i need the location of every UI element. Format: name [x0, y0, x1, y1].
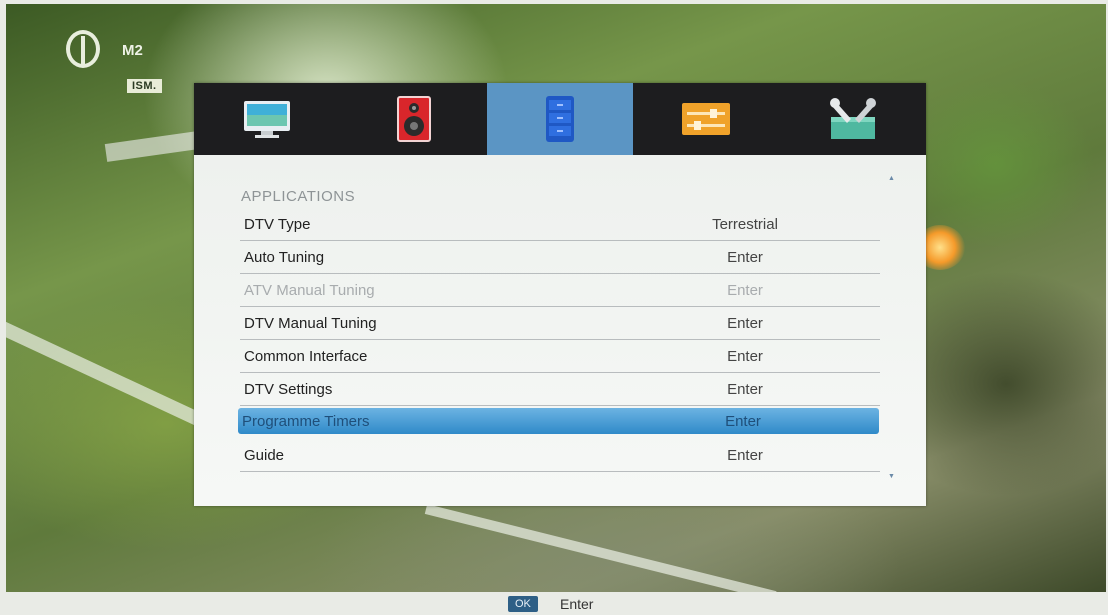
scroll-up-icon[interactable]: ▲: [888, 175, 895, 182]
menu-item-dtv-manual-tuning[interactable]: DTV Manual Tuning Enter: [240, 307, 880, 340]
menu-item-label: DTV Settings: [244, 381, 333, 398]
menu-item-common-interface[interactable]: Common Interface Enter: [240, 340, 880, 373]
menu-item-label: ATV Manual Tuning: [244, 282, 375, 299]
menu-content: APPLICATIONS ▲ DTV Type Terrestrial Auto…: [194, 155, 926, 506]
menu-item-value: Enter: [727, 447, 763, 464]
menu-item-label: Guide: [244, 447, 285, 464]
menu-item-value: Enter: [725, 413, 761, 430]
monitor-icon: [244, 101, 291, 138]
tab-settings[interactable]: [633, 83, 779, 155]
menu-item-label: Auto Tuning: [244, 249, 325, 266]
channel-logo-icon: [66, 30, 100, 68]
ok-key-badge: OK: [508, 596, 538, 612]
menu-item-value: Enter: [727, 348, 763, 365]
menu-item-label: DTV Manual Tuning: [244, 315, 377, 332]
sliders-icon: [682, 103, 731, 135]
menu-item-dtv-type[interactable]: DTV Type Terrestrial: [240, 208, 880, 241]
tab-sound[interactable]: [340, 83, 486, 155]
speaker-icon: [396, 96, 431, 142]
menu-item-label: Programme Timers: [242, 413, 370, 430]
applications-icon: [546, 96, 575, 142]
hint-text: Enter: [560, 596, 594, 612]
scroll-down-icon[interactable]: ▼: [888, 473, 895, 480]
channel-name: M2: [122, 42, 143, 59]
tab-channel[interactable]: [486, 83, 634, 155]
settings-menu: APPLICATIONS ▲ DTV Type Terrestrial Auto…: [194, 83, 926, 506]
menu-item-value: Enter: [727, 249, 763, 266]
menu-item-label: DTV Type: [244, 216, 311, 233]
menu-item-value: Enter: [727, 282, 763, 299]
menu-item-value: Terrestrial: [712, 216, 778, 233]
hint-bar: [0, 592, 1108, 615]
source-tag: ISM.: [127, 79, 162, 93]
menu-tab-bar: [194, 83, 926, 155]
menu-item-label: Common Interface: [244, 348, 368, 365]
section-title: APPLICATIONS: [241, 188, 356, 205]
menu-item-dtv-settings[interactable]: DTV Settings Enter: [240, 373, 880, 406]
menu-item-value: Enter: [727, 381, 763, 398]
menu-item-value: Enter: [727, 315, 763, 332]
menu-item-auto-tuning[interactable]: Auto Tuning Enter: [240, 241, 880, 274]
menu-item-programme-timers[interactable]: Programme Timers Enter: [238, 408, 879, 434]
menu-item-guide[interactable]: Guide Enter: [240, 439, 880, 472]
tab-picture[interactable]: [194, 83, 340, 155]
menu-item-atv-manual-tuning: ATV Manual Tuning Enter: [240, 274, 880, 307]
tab-tools[interactable]: [780, 83, 926, 155]
tools-icon: [829, 98, 876, 139]
